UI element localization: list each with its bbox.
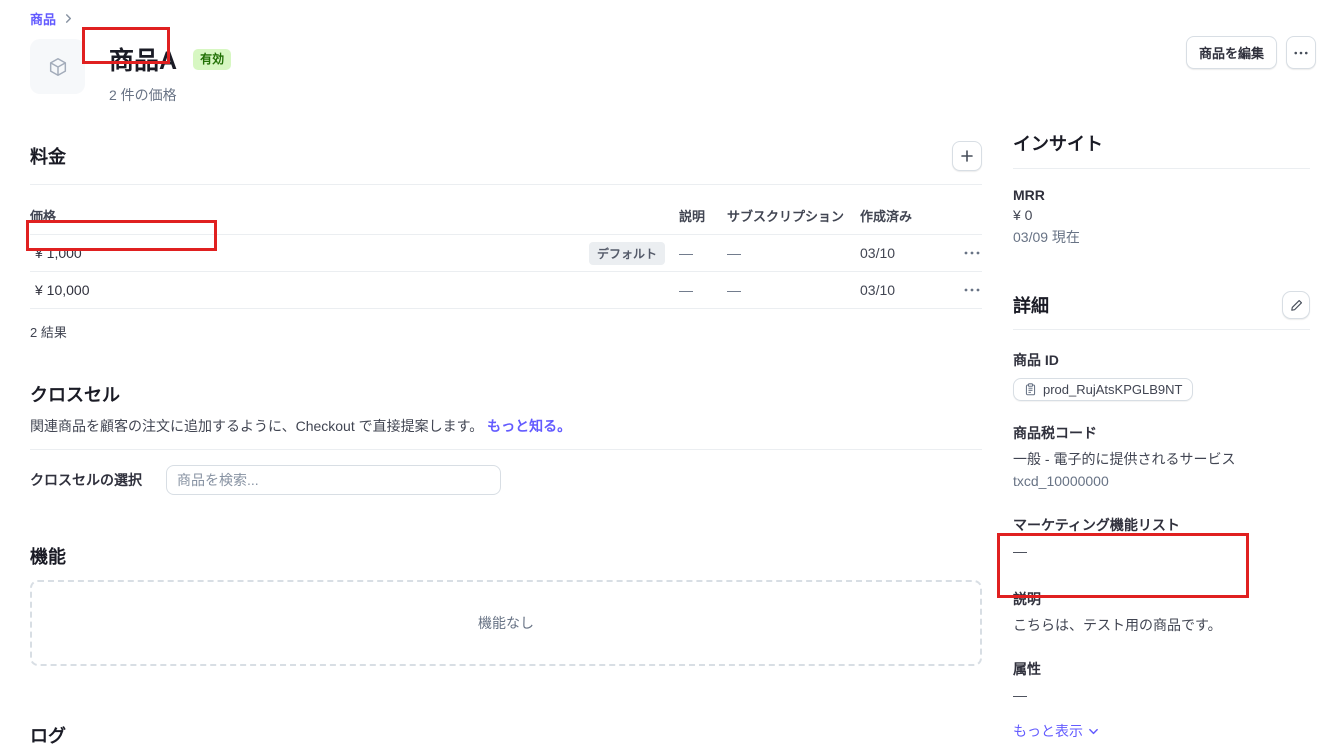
details-section-header: 詳細 bbox=[1013, 291, 1310, 330]
insights-section-header: インサイト bbox=[1013, 130, 1310, 169]
price-subscription: — bbox=[727, 245, 741, 261]
mrr-label: MRR bbox=[1013, 187, 1045, 203]
price-created: 03/10 bbox=[860, 245, 896, 261]
pencil-icon bbox=[1290, 299, 1303, 312]
show-more-link[interactable]: もっと表示 bbox=[1013, 721, 1099, 741]
product-detail-page: 商品 商品A 有効 2 件の価格 料金 価格 説明 サブスクリプション 作成済み… bbox=[0, 0, 1342, 746]
product-id-value: prod_RujAtsKPGLB9NT bbox=[1043, 382, 1183, 397]
price-value: ¥ 10,000 bbox=[35, 282, 90, 298]
tax-code-label: 商品税コード bbox=[1013, 425, 1097, 441]
breadcrumb: 商品 bbox=[30, 0, 982, 28]
header-actions: 商品を編集 bbox=[1186, 36, 1317, 69]
price-description: — bbox=[679, 282, 693, 298]
product-id-label: 商品 ID bbox=[1013, 352, 1059, 368]
logs-title: ログ bbox=[30, 726, 66, 746]
edit-product-button[interactable]: 商品を編集 bbox=[1186, 36, 1278, 69]
cross-sell-description: 関連商品を顧客の注文に追加するように、Checkout で直接提案します。 もっ… bbox=[30, 416, 982, 436]
col-header-price: 価格 bbox=[30, 209, 57, 224]
details-title: 詳細 bbox=[1013, 296, 1049, 316]
marketing-features-value: — bbox=[1013, 543, 1027, 559]
tax-code-name: 一般 - 電子的に提供されるサービス bbox=[1013, 451, 1236, 467]
description-value: こちらは、テスト用の商品です。 bbox=[1013, 617, 1222, 633]
main-column: 商品 商品A 有効 2 件の価格 料金 価格 説明 サブスクリプション 作成済み… bbox=[30, 0, 982, 748]
cross-sell-description-text: 関連商品を顧客の注文に追加するように、Checkout で直接提案します。 bbox=[30, 418, 484, 434]
divider bbox=[30, 449, 982, 450]
col-header-created: 作成済み bbox=[860, 209, 913, 224]
right-sidebar: インサイト MRR ¥ 0 03/09 現在 詳細 商品 ID prod_Ruj… bbox=[1013, 130, 1310, 741]
price-value: ¥ 1,000 bbox=[35, 245, 82, 261]
product-thumbnail bbox=[30, 39, 85, 94]
mrr-date: 03/09 現在 bbox=[1013, 229, 1080, 245]
product-header: 商品A 有効 2 件の価格 bbox=[30, 39, 982, 105]
cross-sell-select-label: クロスセルの選択 bbox=[30, 472, 142, 488]
price-row[interactable]: ¥ 1,000 デフォルト — — 03/10 bbox=[30, 235, 982, 272]
features-empty-state: 機能なし bbox=[30, 580, 982, 666]
price-created: 03/10 bbox=[860, 282, 896, 298]
learn-more-link[interactable]: もっと知る。 bbox=[487, 418, 571, 434]
chevron-down-icon bbox=[1088, 726, 1099, 737]
status-badge: 有効 bbox=[193, 48, 232, 70]
attributes-label: 属性 bbox=[1013, 661, 1041, 677]
cross-sell-select-row: クロスセルの選択 bbox=[30, 465, 982, 495]
more-actions-button[interactable] bbox=[1286, 36, 1317, 69]
features-empty-text: 機能なし bbox=[478, 615, 534, 631]
clipboard-icon bbox=[1024, 383, 1037, 396]
features-title: 機能 bbox=[30, 547, 66, 567]
default-badge: デフォルト bbox=[588, 241, 665, 265]
pricing-title: 料金 bbox=[30, 147, 66, 167]
row-overflow-menu-button[interactable] bbox=[962, 284, 982, 296]
ellipsis-icon bbox=[964, 251, 980, 255]
price-count-subtitle: 2 件の価格 bbox=[109, 87, 177, 103]
marketing-features-label: マーケティング機能リスト bbox=[1013, 517, 1180, 533]
description-label: 説明 bbox=[1013, 591, 1041, 607]
price-row[interactable]: ¥ 10,000 — — 03/10 bbox=[30, 272, 982, 309]
ellipsis-icon bbox=[1294, 51, 1308, 55]
product-id-copy-button[interactable]: prod_RujAtsKPGLB9NT bbox=[1013, 378, 1194, 401]
price-description: — bbox=[679, 245, 693, 261]
ellipsis-icon bbox=[964, 288, 980, 292]
edit-details-button[interactable] bbox=[1282, 291, 1310, 319]
product-title-block: 商品A 有効 2 件の価格 bbox=[101, 39, 232, 105]
attributes-value: — bbox=[1013, 687, 1027, 703]
col-header-subscription: サブスクリプション bbox=[727, 209, 845, 224]
insights-title: インサイト bbox=[1013, 134, 1103, 154]
tax-code-value: txcd_10000000 bbox=[1013, 473, 1109, 489]
show-more-label: もっと表示 bbox=[1013, 723, 1083, 739]
cube-icon bbox=[47, 56, 69, 78]
mrr-value: ¥ 0 bbox=[1013, 207, 1033, 223]
row-overflow-menu-button[interactable] bbox=[962, 247, 982, 259]
chevron-right-icon bbox=[64, 14, 73, 23]
price-subscription: — bbox=[727, 282, 741, 298]
col-header-description: 説明 bbox=[679, 209, 706, 224]
pricing-section-header: 料金 bbox=[30, 141, 982, 185]
breadcrumb-products-link[interactable]: 商品 bbox=[30, 9, 56, 28]
results-count: 2 結果 bbox=[30, 325, 67, 340]
plus-icon bbox=[960, 149, 974, 163]
page-title: 商品A bbox=[109, 47, 178, 75]
cross-sell-title: クロスセル bbox=[30, 385, 120, 405]
product-search-input[interactable] bbox=[166, 465, 501, 495]
pricing-table-header: 価格 説明 サブスクリプション 作成済み bbox=[30, 206, 982, 235]
add-price-button[interactable] bbox=[952, 141, 982, 171]
